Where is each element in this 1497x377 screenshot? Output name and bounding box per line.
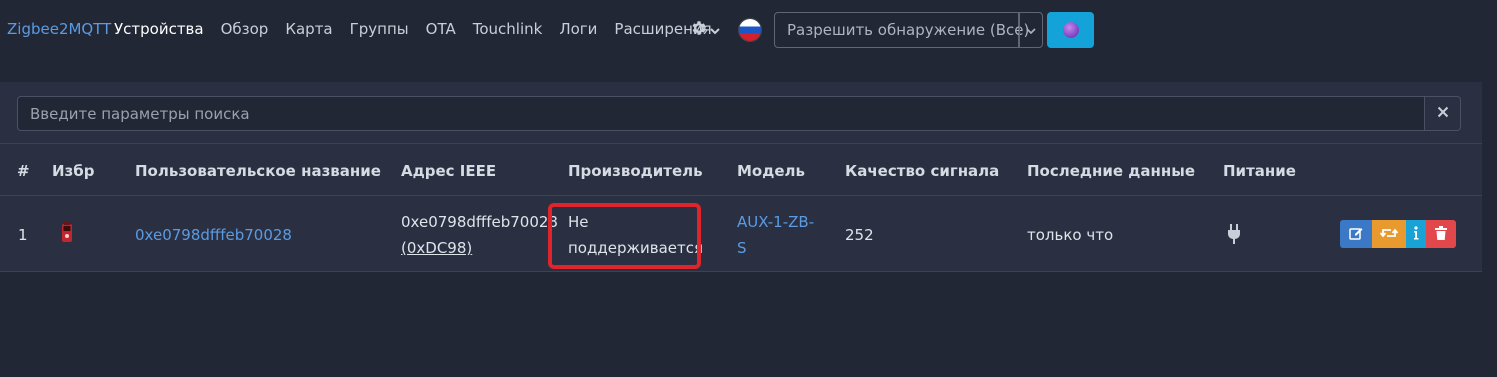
retweet-icon — [1379, 227, 1399, 242]
nav-link-devices[interactable]: Устройства — [114, 20, 204, 38]
search-input[interactable] — [17, 96, 1425, 131]
network-address-link[interactable]: (0xDC98) — [401, 239, 472, 257]
permit-join-group: Разрешить обнаружение (Все) — [774, 12, 1043, 48]
brand-link[interactable]: Zigbee2MQTT — [7, 20, 111, 38]
permit-join-button[interactable]: Разрешить обнаружение (Все) — [774, 12, 1029, 48]
nav-link-map[interactable]: Карта — [285, 20, 332, 38]
link-quality-value: 252 — [845, 226, 874, 244]
device-thumbnail-icon[interactable] — [60, 222, 74, 248]
row-actions — [1340, 220, 1456, 248]
device-name-link[interactable]: 0xe0798dfffeb70028 — [135, 226, 292, 244]
table-header-divider — [0, 195, 1482, 196]
edit-button[interactable] — [1340, 220, 1372, 248]
header-favorite: Избр — [52, 162, 95, 180]
close-icon — [1437, 106, 1449, 121]
search-bar — [17, 96, 1461, 131]
navbar: Zigbee2MQTT Устройства Обзор Карта Групп… — [0, 0, 1497, 62]
ieee-address: 0xe0798dfffeb70028 — [401, 213, 558, 231]
last-seen-value: только что — [1027, 226, 1114, 244]
header-num: # — [17, 162, 30, 180]
header-manufacturer[interactable]: Производитель — [568, 162, 703, 180]
header-ieee-address[interactable]: Адрес IEEE — [401, 162, 496, 180]
header-model[interactable]: Модель — [737, 162, 805, 180]
russian-flag-icon[interactable] — [739, 19, 761, 41]
theme-dot-icon — [1062, 22, 1079, 38]
search-clear-button[interactable] — [1425, 96, 1461, 131]
nav-link-logs[interactable]: Логи — [559, 20, 597, 38]
nav-link-dashboard[interactable]: Обзор — [221, 20, 269, 38]
permit-join-dropdown-toggle[interactable] — [1019, 12, 1043, 48]
info-icon — [1413, 225, 1419, 243]
devices-card: # Избр Пользовательское название Адрес I… — [0, 82, 1482, 272]
trash-icon — [1435, 225, 1447, 243]
header-link-quality[interactable]: Качество сигнала — [845, 162, 999, 180]
table-top-divider — [0, 143, 1482, 144]
edit-icon — [1349, 226, 1363, 243]
delete-button[interactable] — [1426, 220, 1456, 248]
model-link-line-1[interactable]: AUX-1-ZB- — [737, 213, 814, 231]
nav-link-groups[interactable]: Группы — [350, 20, 409, 38]
interview-button[interactable] — [1406, 220, 1426, 248]
settings-dropdown[interactable] — [690, 18, 722, 42]
chevron-down-icon — [1026, 23, 1036, 38]
nav-link-touchlink[interactable]: Touchlink — [473, 20, 543, 38]
table-bottom-divider — [0, 271, 1482, 272]
theme-switch-button[interactable] — [1047, 12, 1094, 48]
header-last-seen[interactable]: Последние данные — [1027, 162, 1195, 180]
header-power[interactable]: Питание — [1223, 162, 1296, 180]
reconfigure-button[interactable] — [1372, 220, 1406, 248]
model-link-line-2[interactable]: S — [737, 239, 747, 257]
manufacturer-highlight-box — [548, 203, 701, 269]
gear-icon — [690, 19, 708, 41]
nav-links: Устройства Обзор Карта Группы OTA Touchl… — [114, 20, 729, 38]
plug-icon — [1227, 224, 1241, 248]
nav-link-ota[interactable]: OTA — [426, 20, 456, 38]
chevron-down-icon — [710, 21, 720, 39]
header-friendly-name[interactable]: Пользовательское название — [135, 162, 381, 180]
row-number: 1 — [18, 226, 28, 244]
